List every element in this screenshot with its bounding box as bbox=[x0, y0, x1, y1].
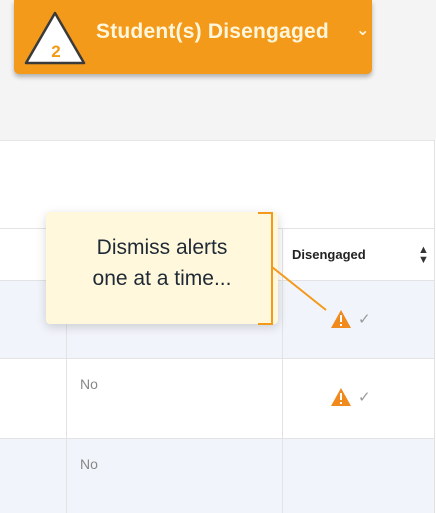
checkmark-icon[interactable]: ✓ bbox=[358, 310, 371, 328]
callout-line-2: one at a time... bbox=[92, 267, 232, 290]
callout-line-1: Dismiss alerts bbox=[96, 236, 228, 259]
tooltip-callout: Dismiss alerts one at a time... bbox=[46, 212, 278, 324]
student-table: Disengaged ▲ ▼ ✓ No ✓ No bbox=[0, 140, 435, 513]
alert-count: 2 bbox=[51, 42, 60, 61]
warning-triangle-icon: 2 bbox=[24, 11, 86, 65]
warning-icon[interactable] bbox=[330, 387, 352, 407]
status-cell: ✓ bbox=[330, 387, 371, 407]
status-cell: ✓ bbox=[330, 309, 371, 329]
chevron-down-icon: ⌄ bbox=[356, 22, 370, 39]
column-divider bbox=[282, 228, 283, 513]
sort-icon[interactable]: ▲ ▼ bbox=[418, 245, 429, 266]
checkmark-icon[interactable]: ✓ bbox=[358, 388, 371, 406]
disengaged-alert-button[interactable]: 2 Student(s) Disengaged ⌄ bbox=[14, 0, 372, 74]
table-cell: No bbox=[80, 456, 98, 472]
alert-label: Student(s) Disengaged bbox=[96, 20, 329, 43]
warning-icon[interactable] bbox=[330, 309, 352, 329]
disengaged-column-header[interactable]: Disengaged bbox=[292, 247, 366, 262]
table-cell: No bbox=[80, 376, 98, 392]
